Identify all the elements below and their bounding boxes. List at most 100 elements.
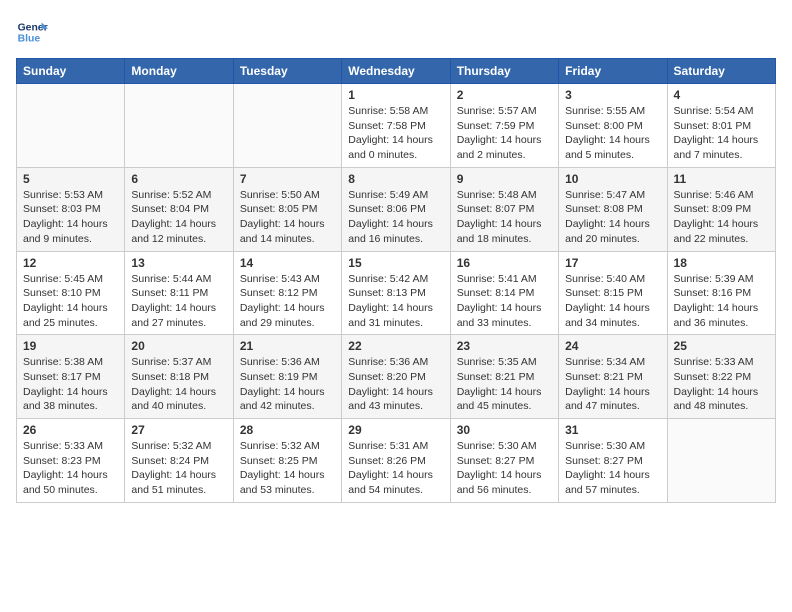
day-number: 7 [240,172,335,186]
day-number: 17 [565,256,660,270]
calendar-cell: 10Sunrise: 5:47 AMSunset: 8:08 PMDayligh… [559,167,667,251]
calendar-cell: 26 Sunrise: 5:33 AMSunset: 8:23 PMDayligh… [17,419,125,503]
calendar-cell: 6Sunrise: 5:52 AMSunset: 8:04 PMDaylight… [125,167,233,251]
day-info: Sunrise: 5:57 AMSunset: 7:59 PMDaylight:… [457,104,552,163]
day-info: Sunrise: 5:37 AMSunset: 8:18 PMDaylight:… [131,355,226,414]
day-info: Sunrise: 5:43 AMSunset: 8:12 PMDaylight:… [240,272,335,331]
calendar-cell: 22 Sunrise: 5:36 AMSunset: 8:20 PMDayligh… [342,335,450,419]
day-number: 29 [348,423,443,437]
page-header: General Blue [16,16,776,48]
day-info: Sunrise: 5:44 AMSunset: 8:11 PMDaylight:… [131,272,226,331]
day-number: 4 [674,88,769,102]
day-info: Sunrise: 5:32 AMSunset: 8:24 PMDaylight:… [131,439,226,498]
calendar-cell: 7 Sunrise: 5:50 AMSunset: 8:05 PMDaylight… [233,167,341,251]
calendar-cell: 29 Sunrise: 5:31 AMSunset: 8:26 PMDayligh… [342,419,450,503]
day-number: 28 [240,423,335,437]
day-info: Sunrise: 5:40 AMSunset: 8:15 PMDaylight:… [565,272,660,331]
day-number: 27 [131,423,226,437]
calendar-cell: 20Sunrise: 5:37 AMSunset: 8:18 PMDayligh… [125,335,233,419]
calendar-cell: 19Sunrise: 5:38 AMSunset: 8:17 PMDayligh… [17,335,125,419]
day-info: Sunrise: 5:30 AMSunset: 8:27 PMDaylight:… [565,439,660,498]
calendar-cell: 14 Sunrise: 5:43 AMSunset: 8:12 PMDayligh… [233,251,341,335]
day-info: Sunrise: 5:31 AMSunset: 8:26 PMDaylight:… [348,439,443,498]
day-number: 5 [23,172,118,186]
calendar-cell: 13Sunrise: 5:44 AMSunset: 8:11 PMDayligh… [125,251,233,335]
day-info: Sunrise: 5:58 AMSunset: 7:58 PMDaylight:… [348,104,443,163]
calendar-cell [17,84,125,168]
calendar-cell: 27 Sunrise: 5:32 AMSunset: 8:24 PMDayligh… [125,419,233,503]
calendar-table: SundayMondayTuesdayWednesdayThursdayFrid… [16,58,776,503]
day-info: Sunrise: 5:50 AMSunset: 8:05 PMDaylight:… [240,188,335,247]
calendar-header-row: SundayMondayTuesdayWednesdayThursdayFrid… [17,59,776,84]
day-info: Sunrise: 5:52 AMSunset: 8:04 PMDaylight:… [131,188,226,247]
weekday-header: Monday [125,59,233,84]
weekday-header: Friday [559,59,667,84]
day-info: Sunrise: 5:30 AMSunset: 8:27 PMDaylight:… [457,439,552,498]
calendar-cell: 8 Sunrise: 5:49 AMSunset: 8:06 PMDaylight… [342,167,450,251]
day-info: Sunrise: 5:32 AMSunset: 8:25 PMDaylight:… [240,439,335,498]
day-info: Sunrise: 5:49 AMSunset: 8:06 PMDaylight:… [348,188,443,247]
day-info: Sunrise: 5:55 AMSunset: 8:00 PMDaylight:… [565,104,660,163]
logo: General Blue [16,16,48,48]
calendar-cell [667,419,775,503]
day-info: Sunrise: 5:54 AMSunset: 8:01 PMDaylight:… [674,104,769,163]
day-info: Sunrise: 5:45 AMSunset: 8:10 PMDaylight:… [23,272,118,331]
calendar-cell: 25 Sunrise: 5:33 AMSunset: 8:22 PMDayligh… [667,335,775,419]
calendar-cell: 31 Sunrise: 5:30 AMSunset: 8:27 PMDayligh… [559,419,667,503]
day-number: 23 [457,339,552,353]
day-info: Sunrise: 5:46 AMSunset: 8:09 PMDaylight:… [674,188,769,247]
calendar-cell: 23 Sunrise: 5:35 AMSunset: 8:21 PMDayligh… [450,335,558,419]
calendar-cell: 5 Sunrise: 5:53 AMSunset: 8:03 PMDaylight… [17,167,125,251]
day-number: 22 [348,339,443,353]
calendar-body: 1 Sunrise: 5:58 AMSunset: 7:58 PMDaylight… [17,84,776,503]
calendar-cell [125,84,233,168]
day-info: Sunrise: 5:41 AMSunset: 8:14 PMDaylight:… [457,272,552,331]
calendar-cell: 18 Sunrise: 5:39 AMSunset: 8:16 PMDayligh… [667,251,775,335]
weekday-header: Wednesday [342,59,450,84]
day-number: 14 [240,256,335,270]
day-info: Sunrise: 5:33 AMSunset: 8:23 PMDaylight:… [23,439,118,498]
day-number: 1 [348,88,443,102]
calendar-cell: 30Sunrise: 5:30 AMSunset: 8:27 PMDayligh… [450,419,558,503]
weekday-header: Saturday [667,59,775,84]
calendar-week-row: 12Sunrise: 5:45 AMSunset: 8:10 PMDayligh… [17,251,776,335]
day-info: Sunrise: 5:42 AMSunset: 8:13 PMDaylight:… [348,272,443,331]
day-info: Sunrise: 5:36 AMSunset: 8:20 PMDaylight:… [348,355,443,414]
day-info: Sunrise: 5:48 AMSunset: 8:07 PMDaylight:… [457,188,552,247]
day-number: 9 [457,172,552,186]
day-info: Sunrise: 5:33 AMSunset: 8:22 PMDaylight:… [674,355,769,414]
day-info: Sunrise: 5:39 AMSunset: 8:16 PMDaylight:… [674,272,769,331]
calendar-cell [233,84,341,168]
day-number: 16 [457,256,552,270]
calendar-cell: 1 Sunrise: 5:58 AMSunset: 7:58 PMDaylight… [342,84,450,168]
day-number: 2 [457,88,552,102]
day-number: 11 [674,172,769,186]
day-number: 21 [240,339,335,353]
calendar-cell: 16 Sunrise: 5:41 AMSunset: 8:14 PMDayligh… [450,251,558,335]
calendar-cell: 15 Sunrise: 5:42 AMSunset: 8:13 PMDayligh… [342,251,450,335]
calendar-cell: 3Sunrise: 5:55 AMSunset: 8:00 PMDaylight… [559,84,667,168]
day-info: Sunrise: 5:47 AMSunset: 8:08 PMDaylight:… [565,188,660,247]
calendar-cell: 2 Sunrise: 5:57 AMSunset: 7:59 PMDaylight… [450,84,558,168]
day-number: 8 [348,172,443,186]
calendar-cell: 28 Sunrise: 5:32 AMSunset: 8:25 PMDayligh… [233,419,341,503]
day-number: 25 [674,339,769,353]
day-number: 15 [348,256,443,270]
calendar-cell: 17 Sunrise: 5:40 AMSunset: 8:15 PMDayligh… [559,251,667,335]
calendar-cell: 21 Sunrise: 5:36 AMSunset: 8:19 PMDayligh… [233,335,341,419]
calendar-cell: 12Sunrise: 5:45 AMSunset: 8:10 PMDayligh… [17,251,125,335]
day-info: Sunrise: 5:53 AMSunset: 8:03 PMDaylight:… [23,188,118,247]
calendar-week-row: 19Sunrise: 5:38 AMSunset: 8:17 PMDayligh… [17,335,776,419]
calendar-cell: 9 Sunrise: 5:48 AMSunset: 8:07 PMDaylight… [450,167,558,251]
weekday-header: Thursday [450,59,558,84]
calendar-week-row: 26 Sunrise: 5:33 AMSunset: 8:23 PMDayligh… [17,419,776,503]
day-number: 26 [23,423,118,437]
logo-icon: General Blue [16,16,48,48]
day-info: Sunrise: 5:36 AMSunset: 8:19 PMDaylight:… [240,355,335,414]
day-info: Sunrise: 5:35 AMSunset: 8:21 PMDaylight:… [457,355,552,414]
calendar-cell: 11 Sunrise: 5:46 AMSunset: 8:09 PMDayligh… [667,167,775,251]
day-number: 24 [565,339,660,353]
day-number: 31 [565,423,660,437]
calendar-week-row: 5 Sunrise: 5:53 AMSunset: 8:03 PMDaylight… [17,167,776,251]
day-number: 18 [674,256,769,270]
